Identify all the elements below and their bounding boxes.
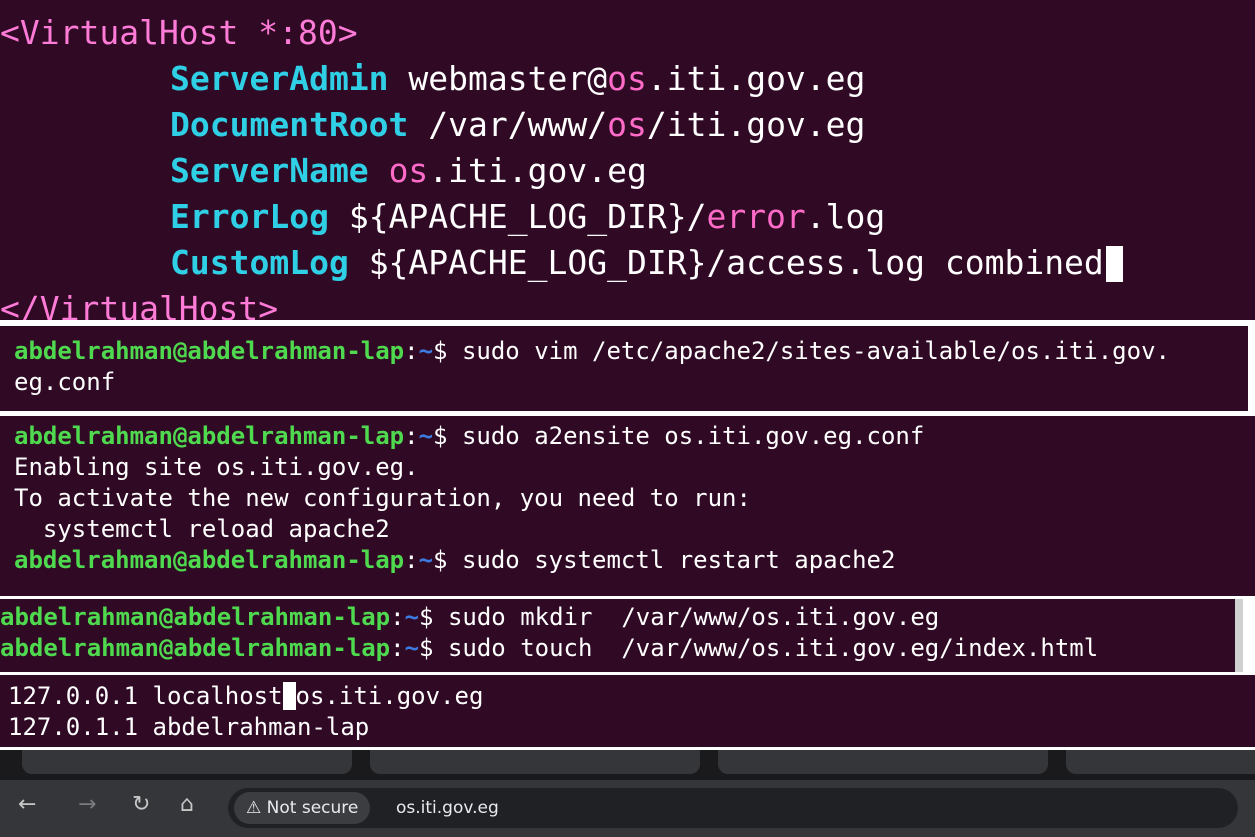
prompt-separator: :: [404, 546, 419, 574]
vhost-errorlog-line: ErrorLog ${APACHE_LOG_DIR}/error.log: [0, 194, 1255, 240]
vhost-serveradmin-line: ServerAdmin webmaster@os.iti.gov.eg: [0, 56, 1255, 102]
command-text: sudo a2ensite os.iti.gov.eg.conf: [461, 422, 925, 450]
prompt-symbol: $: [419, 603, 448, 631]
browser-tab[interactable]: [22, 750, 352, 774]
directive-key: ErrorLog: [170, 197, 329, 236]
vhost-close-tag: </VirtualHost>: [0, 289, 279, 320]
command-text: sudo systemctl restart apache2: [461, 546, 896, 574]
directive-key: ServerAdmin: [170, 59, 389, 98]
prompt-dir: ~: [418, 422, 434, 450]
prompt-dir: ~: [404, 603, 420, 631]
terminal-scrollbar[interactable]: [1235, 599, 1243, 672]
terminal-line: abdelrahman@abdelrahman-lap:~$ sudo vim …: [14, 336, 1248, 367]
terminal-output: systemctl reload apache2: [14, 515, 390, 543]
browser-tab[interactable]: [370, 750, 700, 774]
directive-value: .iti.gov.eg: [428, 151, 647, 190]
terminal-output: Enabling site os.iti.gov.eg.: [14, 453, 419, 481]
hosts-line: 127.0.0.1 localhost os.iti.gov.eg: [8, 681, 1255, 712]
browser-toolbar: ← → ↻ ⌂ ⚠ Not secure os.iti.gov.eg: [0, 780, 1255, 837]
vhost-customlog-line: CustomLog ${APACHE_LOG_DIR}/access.log c…: [0, 240, 1255, 286]
browser-window: ← → ↻ ⌂ ⚠ Not secure os.iti.gov.eg: [0, 750, 1255, 837]
prompt-user: abdelrahman@abdelrahman-lap: [14, 422, 405, 450]
terminal-vim-command: abdelrahman@abdelrahman-lap:~$ sudo vim …: [0, 326, 1248, 411]
terminal-output: To activate the new configuration, you n…: [14, 484, 751, 512]
terminal-a2ensite: abdelrahman@abdelrahman-lap:~$ sudo a2en…: [0, 416, 1255, 596]
terminal-line: abdelrahman@abdelrahman-lap:~$ sudo mkdi…: [0, 602, 1243, 633]
prompt-separator: :: [390, 603, 405, 631]
hosts-line: 127.0.1.1 abdelrahman-lap: [8, 713, 370, 741]
security-chip[interactable]: ⚠ Not secure: [234, 792, 371, 824]
prompt-symbol: $: [433, 337, 462, 365]
directive-key: ServerName: [170, 151, 369, 190]
text-cursor: [1105, 246, 1123, 282]
prompt-symbol: $: [419, 634, 448, 662]
terminal-line: abdelrahman@abdelrahman-lap:~$ sudo touc…: [0, 633, 1243, 664]
prompt-symbol: $: [433, 422, 462, 450]
prompt-dir: ~: [404, 634, 420, 662]
security-label: Not secure: [266, 798, 359, 818]
prompt-user: abdelrahman@abdelrahman-lap: [14, 546, 405, 574]
directive-key: DocumentRoot: [170, 105, 409, 144]
directive-value: os: [607, 105, 647, 144]
warning-triangle-icon: ⚠: [246, 798, 262, 818]
hosts-entry: os.iti.gov.eg: [295, 682, 484, 710]
command-text: sudo touch /var/www/os.iti.gov.eg/index.…: [447, 634, 1099, 662]
hosts-entry: 127.0.0.1 localhost: [8, 682, 283, 710]
vhost-open-tag: <VirtualHost *:80>: [0, 13, 358, 52]
prompt-separator: :: [404, 422, 419, 450]
command-text: sudo vim /etc/apache2/sites-available/os…: [461, 337, 1170, 365]
vhost-documentroot-line: DocumentRoot /var/www/os/iti.gov.eg: [0, 102, 1255, 148]
directive-value: os: [388, 151, 429, 190]
terminal-line: abdelrahman@abdelrahman-lap:~$ sudo syst…: [14, 545, 1255, 576]
directive-value: error: [706, 197, 806, 236]
directive-value: /var/www/: [428, 105, 608, 144]
prompt-user: abdelrahman@abdelrahman-lap: [0, 603, 391, 631]
directive-value: ${APACHE_LOG_DIR}/: [348, 197, 707, 236]
arrow-left-icon[interactable]: ←: [18, 792, 36, 817]
prompt-user: abdelrahman@abdelrahman-lap: [0, 634, 391, 662]
address-bar[interactable]: ⚠ Not secure os.iti.gov.eg: [228, 788, 1238, 828]
terminal-line-wrap: eg.conf: [14, 368, 116, 396]
browser-tab[interactable]: [718, 750, 1048, 774]
prompt-dir: ~: [418, 337, 434, 365]
tab-strip: [0, 750, 1255, 780]
text-cursor: [282, 682, 296, 710]
home-icon[interactable]: ⌂: [180, 792, 194, 817]
directive-value: /iti.gov.eg: [646, 105, 866, 144]
directive-value: .log: [805, 197, 886, 236]
reload-icon[interactable]: ↻: [132, 792, 150, 817]
prompt-separator: :: [390, 634, 405, 662]
directive-value: .iti.gov.eg: [646, 59, 866, 98]
command-text: sudo mkdir /var/www/os.iti.gov.eg: [447, 603, 940, 631]
directive-value: os: [607, 59, 647, 98]
prompt-dir: ~: [418, 546, 434, 574]
directive-value: webmaster@: [408, 59, 608, 98]
terminal-mkdir-touch: abdelrahman@abdelrahman-lap:~$ sudo mkdi…: [0, 599, 1243, 672]
prompt-user: abdelrahman@abdelrahman-lap: [14, 337, 405, 365]
vim-vhost-config: <VirtualHost *:80> ServerAdmin webmaster…: [0, 0, 1255, 320]
prompt-symbol: $: [433, 546, 462, 574]
prompt-separator: :: [404, 337, 419, 365]
url-text[interactable]: os.iti.gov.eg: [396, 788, 499, 828]
vhost-servername-line: ServerName os.iti.gov.eg: [0, 148, 1255, 194]
browser-tab[interactable]: [1066, 750, 1255, 774]
directive-key: CustomLog: [170, 243, 349, 282]
hosts-file-editor: 127.0.0.1 localhost os.iti.gov.eg 127.0.1…: [0, 675, 1255, 747]
terminal-line: abdelrahman@abdelrahman-lap:~$ sudo a2en…: [14, 421, 1255, 452]
directive-value: ${APACHE_LOG_DIR}/access.log combined: [368, 243, 1104, 282]
arrow-right-icon[interactable]: →: [78, 792, 96, 817]
